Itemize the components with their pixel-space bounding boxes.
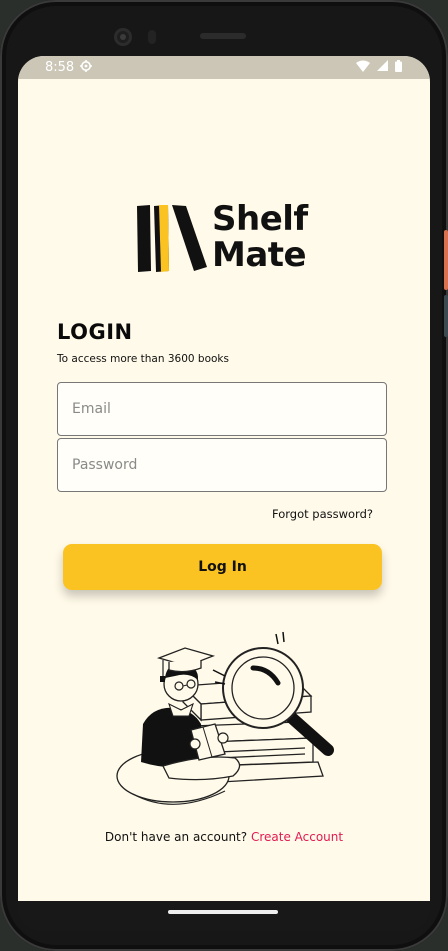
email-field[interactable] [57,382,387,436]
password-input[interactable] [70,456,374,474]
brand-line1: Shelf [212,199,308,239]
app-screen: 8:58 Shelf Mate LOGIN To access more tha… [18,56,430,901]
power-button [444,230,448,290]
earpiece-speaker [200,33,246,39]
page-subtitle: To access more than 3600 books [57,353,229,365]
home-gesture-handle[interactable] [168,910,278,914]
proximity-sensor [148,30,156,44]
volume-button [444,295,448,337]
brand-line2: Mate [212,235,307,275]
shelfmate-logo-icon [135,204,211,278]
password-field[interactable] [57,438,387,492]
signup-prompt-text: Don't have an account? [104,830,248,844]
signup-prompt: Don't have an account? Create Account [18,830,430,844]
email-input[interactable] [70,400,374,418]
battery-icon [395,59,402,76]
settings-icon [80,59,93,76]
navigation-bar [18,901,430,931]
front-camera [114,28,132,46]
wifi-icon [356,60,370,76]
login-button[interactable]: Log In [63,544,382,590]
forgot-password-link[interactable]: Forgot password? [272,507,373,521]
create-account-link[interactable]: Create Account [251,830,343,844]
phone-frame: 8:58 Shelf Mate LOGIN To access more tha… [0,0,448,951]
status-time: 8:58 [45,60,75,75]
student-reading-illustration [113,626,338,820]
signal-icon [377,60,388,75]
page-title: LOGIN [57,320,133,344]
status-bar: 8:58 [18,56,430,79]
brand-name: Shelf Mate [212,202,308,272]
